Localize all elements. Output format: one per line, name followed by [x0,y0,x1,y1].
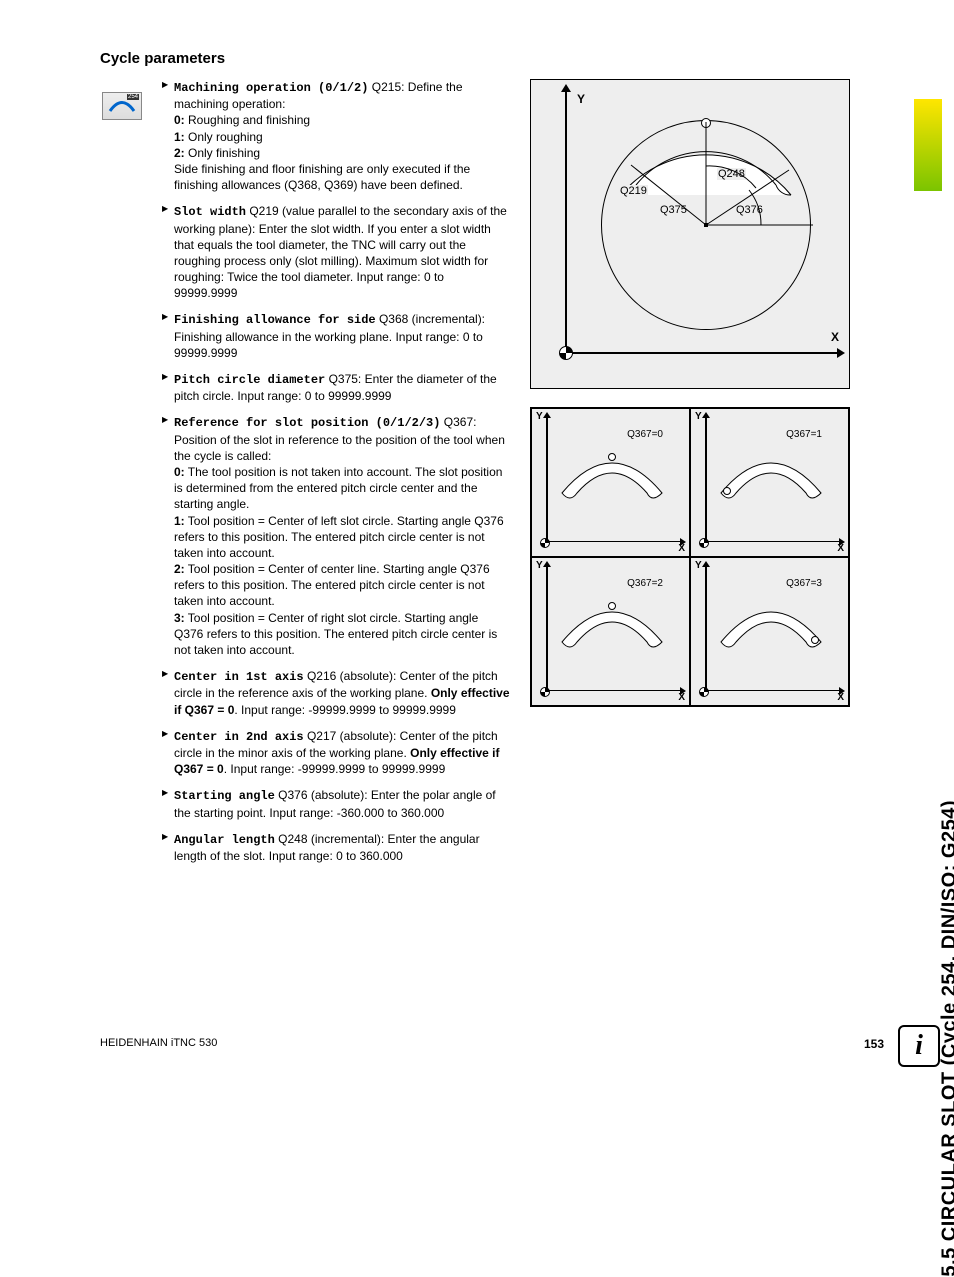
parameter-item: Starting angle Q376 (absolute): Enter th… [162,787,510,820]
side-accent-bar [914,99,942,191]
cell-label-3: Q367=3 [786,578,822,589]
parameter-item: Pitch circle diameter Q375: Enter the di… [162,371,510,404]
info-icon: i [898,1025,940,1067]
cell-q367-0: Y X Q367=0 [531,408,690,557]
parameter-item: Center in 2nd axis Q217 (absolute): Cent… [162,728,510,778]
parameter-item: Finishing allowance for side Q368 (incre… [162,311,510,361]
cell-label-2: Q367=2 [627,578,663,589]
parameter-item: Machining operation (0/1/2) Q215: Define… [162,79,510,193]
page-footer: HEIDENHAIN iTNC 530 153 [100,1037,884,1051]
parameter-item: Angular length Q248 (incremental): Enter… [162,831,510,864]
figure-main-diagram: Y X Q219 Q248 Q375 Q376 [530,79,850,389]
footer-product: HEIDENHAIN iTNC 530 [100,1037,217,1051]
cell-q367-1: Y X Q367=1 [690,408,849,557]
parameter-item: Center in 1st axis Q216 (absolute): Cent… [162,668,510,718]
side-tab-title: 5.5 CIRCULAR SLOT (Cycle 254, DIN/ISO: G… [939,800,954,1277]
section-heading: Cycle parameters [100,50,924,67]
parameter-list: Machining operation (0/1/2) Q215: Define… [162,79,510,864]
parameter-item: Reference for slot position (0/1/2/3) Q3… [162,414,510,658]
cell-q367-2: Y X Q367=2 [531,557,690,706]
cell-label-0: Q367=0 [627,429,663,440]
cell-label-1: Q367=1 [786,429,822,440]
figure-reference-grid: Y X Q367=0 Y X Q367=1 Y X Q367=2 [530,407,850,707]
parameter-item: Slot width Q219 (value parallel to the s… [162,203,510,301]
page-number: 153 [864,1037,884,1051]
radial-lines [531,80,851,390]
thumb-badge: 254 [127,94,139,100]
side-tab: 5.5 CIRCULAR SLOT (Cycle 254, DIN/ISO: G… [912,40,946,800]
cell-q367-3: Y X Q367=3 [690,557,849,706]
cycle-thumbnail: 254 [102,92,142,120]
